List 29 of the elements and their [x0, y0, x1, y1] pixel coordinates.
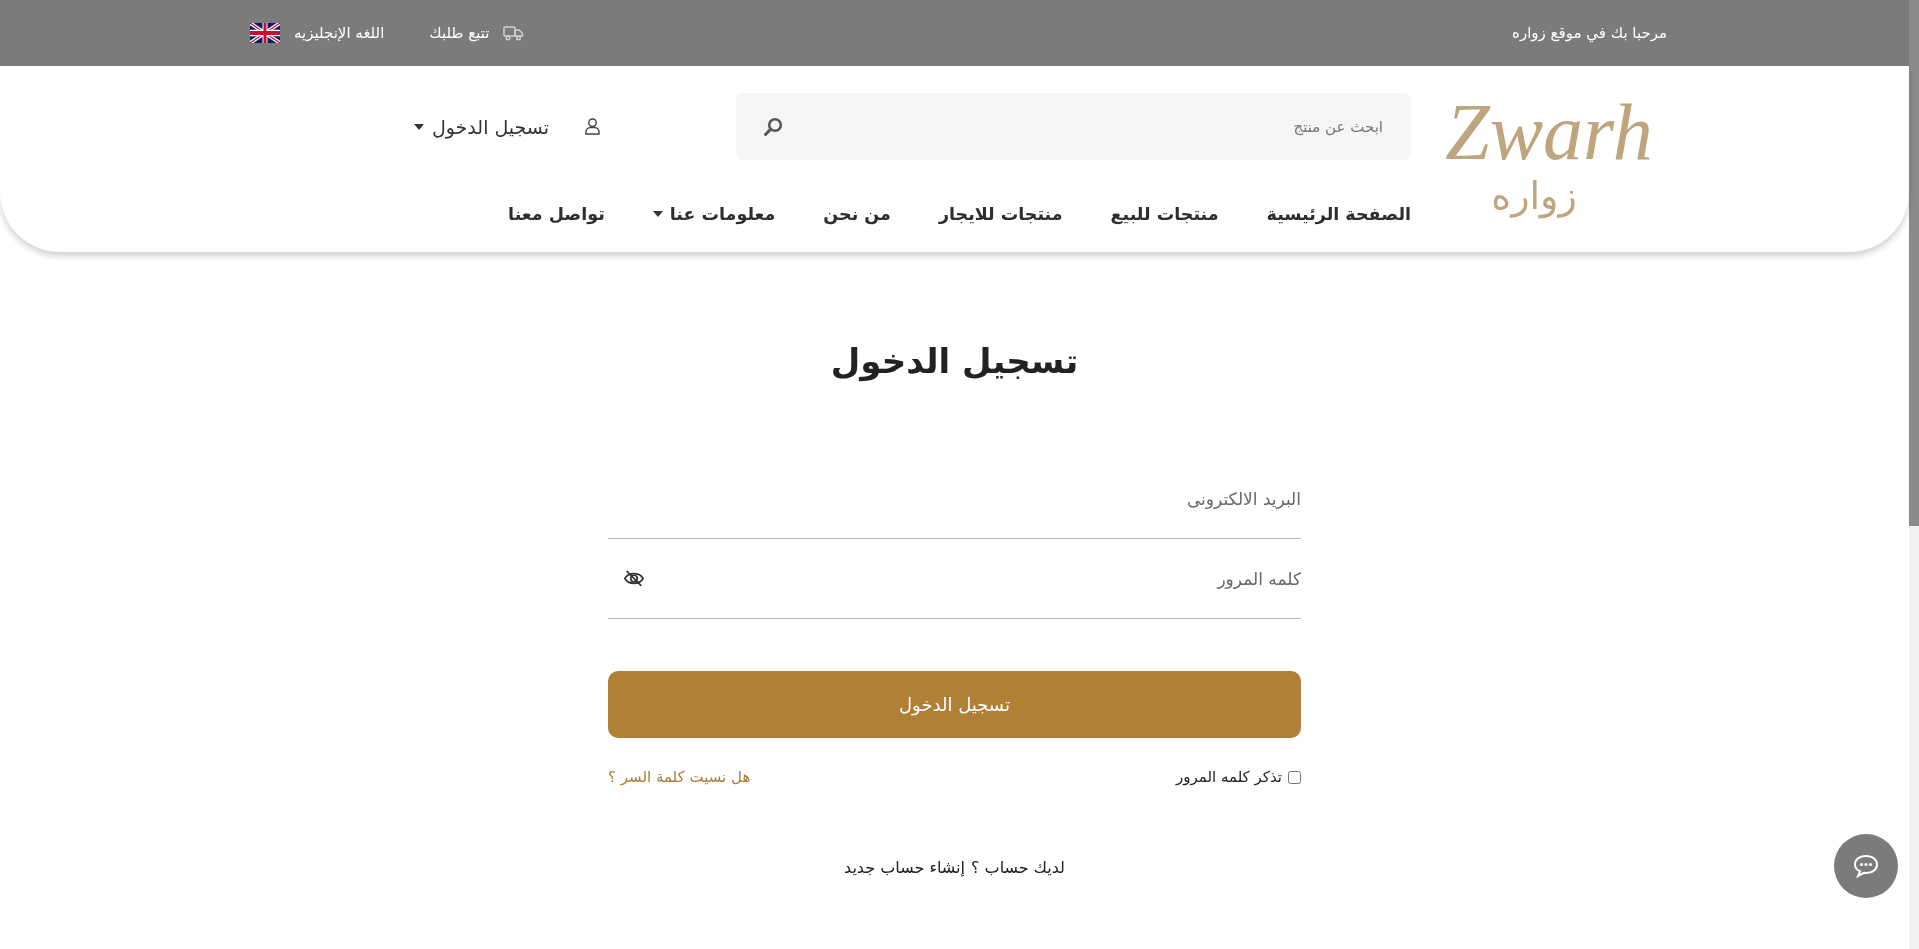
- nav-link[interactable]: منتجات للايجار: [938, 204, 1063, 224]
- forgot-password-link[interactable]: هل نسيت كلمة السر ؟: [608, 768, 751, 786]
- signup-prompt: لديك حساب ؟: [971, 858, 1065, 877]
- nav-link[interactable]: الصفحة الرئيسية: [1266, 204, 1411, 224]
- caret-icon: [652, 211, 663, 217]
- nav-link[interactable]: تواصل معنا: [508, 204, 605, 224]
- scrollbar-thumb[interactable]: [1909, 0, 1919, 526]
- password-field[interactable]: كلمه المرور: [608, 539, 1301, 619]
- truck-icon: [503, 25, 525, 41]
- user-icon: [585, 118, 601, 135]
- nav-link[interactable]: معلومات عنا: [652, 204, 776, 224]
- signup-link[interactable]: إنشاء حساب جديد: [844, 858, 965, 877]
- remember-checkbox[interactable]: [1288, 770, 1301, 784]
- search-icon[interactable]: [763, 117, 783, 137]
- eye-slash-icon[interactable]: [623, 569, 645, 588]
- remember-label: تذكر كلمه المرور: [1176, 768, 1282, 786]
- nav-link[interactable]: منتجات للبيع: [1110, 204, 1219, 224]
- login-button[interactable]: تسجيل الدخول: [608, 671, 1301, 738]
- email-field[interactable]: البريد الالكترونى: [608, 459, 1301, 539]
- uk-flag-icon: [250, 23, 280, 43]
- caret-icon: [414, 123, 424, 130]
- speech-bubble-icon: [1852, 853, 1880, 879]
- nav-link[interactable]: من نحن: [823, 204, 891, 224]
- language-link[interactable]: اللغه الإنجليزيه: [250, 23, 385, 43]
- search-field[interactable]: ابحث عن منتج: [736, 93, 1411, 160]
- track-order-link[interactable]: تتبع طلبك: [429, 24, 525, 42]
- welcome-text: مرحبا بك في موقع زواره: [1512, 24, 1667, 42]
- login-link[interactable]: تسجيل الدخول: [414, 115, 601, 138]
- page-title: تسجيل الدخول: [830, 340, 1079, 384]
